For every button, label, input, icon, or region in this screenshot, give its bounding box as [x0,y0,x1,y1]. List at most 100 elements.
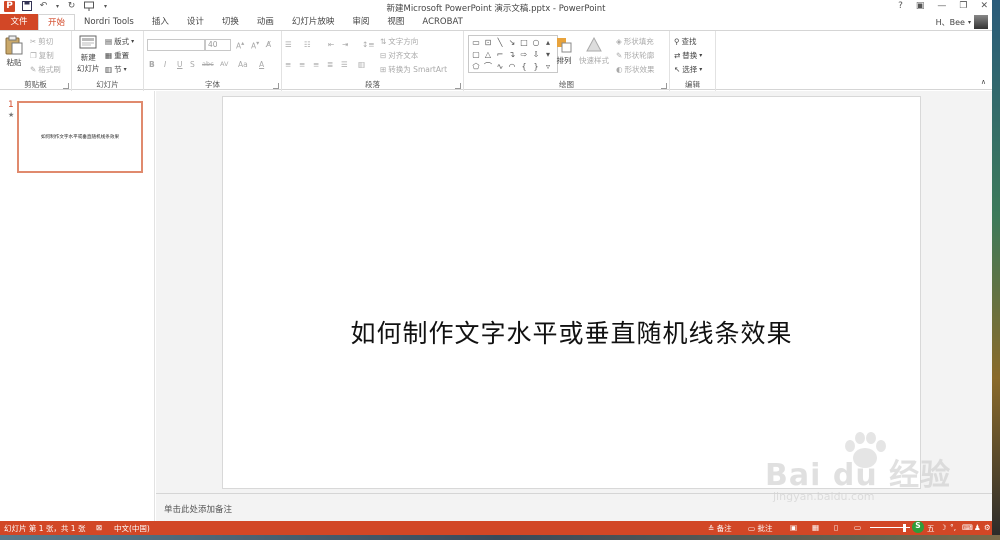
text-direction-button[interactable]: ⇅ 文字方向 [380,36,418,47]
shape-outline-button[interactable]: ✎ 形状轮廓 [616,50,654,61]
new-slide-button[interactable]: 新建 幻灯片 [77,35,100,73]
collapse-ribbon-icon[interactable]: ∧ [981,78,986,86]
line-spacing-button[interactable]: ↕≡ [362,40,375,49]
layout-button[interactable]: ▤ 版式 ▾ [105,36,134,47]
oval-shape-icon[interactable]: ○ [530,37,542,49]
tab-insert[interactable]: 插入 [143,14,178,30]
slide-count-status[interactable]: 幻灯片 第 1 张，共 1 张 [4,523,85,534]
numbering-button[interactable]: ☷ [304,40,311,49]
shapes-gallery[interactable]: ▭ ⊡ ╲ ↘ □ ○ ▴ ▢ △ ⌐ ↴ ⇨ ⇩ ▾ ⬠ ⌒ ∿ ◠ { } [468,35,558,73]
shape-fill-button[interactable]: ◈ 形状填充 [616,36,654,47]
convert-smartart-button[interactable]: ⊞ 转换为 SmartArt [380,64,447,75]
restore-icon[interactable]: ❐ [959,1,967,11]
clipboard-launcher-icon[interactable] [63,83,69,89]
justify-button[interactable]: ≣ [327,60,333,69]
textbox-shape-icon[interactable]: ▭ [470,37,482,49]
tab-file[interactable]: 文件 [0,14,38,30]
shrink-font-button[interactable]: A▾ [251,40,259,51]
font-launcher-icon[interactable] [273,83,279,89]
ime-mode-status[interactable]: 五 [927,523,935,534]
reset-button[interactable]: ▦ 重置 [105,50,129,61]
ime-keyboard-icon[interactable]: ⌨ [962,523,973,532]
underline-button[interactable]: U [177,60,183,69]
tab-home[interactable]: 开始 [38,14,76,30]
tab-transitions[interactable]: 切换 [213,14,248,30]
minimize-icon[interactable]: — [937,1,946,11]
notes-toggle-button[interactable]: ≙ 备注 [708,523,732,534]
rounded-rect-shape-icon[interactable]: ▢ [470,49,482,61]
ime-settings-icon[interactable]: ⚙ [984,523,991,532]
find-button[interactable]: ⚲ 查找 [674,36,697,47]
font-color-button[interactable]: A [259,60,264,69]
arrange-button[interactable]: 排列 [556,37,572,66]
increase-indent-button[interactable]: ⇥ [342,40,348,49]
normal-view-icon[interactable]: ▣ [790,523,797,532]
font-name-combo[interactable] [147,39,205,51]
tab-review[interactable]: 审阅 [343,14,378,30]
columns-button[interactable]: ▥ [358,60,365,69]
shadow-button[interactable]: S [190,60,195,69]
bold-button[interactable]: B [149,60,155,69]
ime-moon-icon[interactable]: ☽ [940,523,947,532]
gallery-more-icon[interactable]: ▿ [542,61,554,73]
tab-animations[interactable]: 动画 [248,14,283,30]
right-arrow-shape-icon[interactable]: ⇨ [518,49,530,61]
triangle-shape-icon[interactable]: △ [482,49,494,61]
gallery-up-icon[interactable]: ▴ [542,37,554,49]
ime-punct-icon[interactable]: °, [950,523,956,532]
align-right-button[interactable]: ≡ [313,60,319,69]
select-button[interactable]: ↖ 选择 ▾ [674,64,702,75]
reading-view-icon[interactable]: ▯ [834,523,838,532]
bullets-button[interactable]: ☰ [285,40,292,49]
distributed-button[interactable]: ☰ [341,60,348,69]
rectangle-shape-icon[interactable]: □ [518,37,530,49]
sogou-ime-icon[interactable]: S [912,521,924,533]
comments-toggle-button[interactable]: ▭ 批注 [748,523,772,534]
curve-shape-icon[interactable]: ∿ [494,61,506,73]
elbow-connector-shape-icon[interactable]: ⌐ [494,49,506,61]
freeform-shape-icon[interactable]: ⌒ [482,61,494,73]
drawing-launcher-icon[interactable] [661,83,667,89]
clear-format-button[interactable]: A̸ [266,40,271,49]
tab-view[interactable]: 视图 [378,14,413,30]
copy-button[interactable]: ❐ 复制 [30,50,54,61]
user-account[interactable]: H、Bee ▾ [936,15,988,29]
grow-font-button[interactable]: A▴ [236,40,244,51]
format-painter-button[interactable]: ✎ 格式刷 [30,64,61,75]
align-left-button[interactable]: ≡ [285,60,291,69]
slide-thumbnail[interactable]: 如何制作文字水平或垂直随机线条效果 [17,101,143,173]
align-text-button[interactable]: ⊟ 对齐文本 [380,50,418,61]
decrease-indent-button[interactable]: ⇤ [328,40,334,49]
tab-design[interactable]: 设计 [178,14,213,30]
change-case-button[interactable]: Aa [238,60,248,69]
help-icon[interactable]: ? [898,1,903,11]
language-status[interactable]: 中文(中国) [114,523,150,534]
spellcheck-icon[interactable]: ⊠ [96,523,102,532]
font-size-combo[interactable]: 40 [205,39,231,51]
left-brace-shape-icon[interactable]: { [518,61,530,73]
paragraph-launcher-icon[interactable] [455,83,461,89]
line-shape-icon[interactable]: ╲ [494,37,506,49]
arc-shape-icon[interactable]: ◠ [506,61,518,73]
close-icon[interactable]: ✕ [980,1,988,11]
tab-slide-show[interactable]: 幻灯片放映 [283,14,344,30]
italic-button[interactable]: I [164,60,166,69]
strikethrough-button[interactable]: abc [202,60,214,68]
slideshow-view-icon[interactable]: ▭ [854,523,861,532]
align-center-button[interactable]: ≡ [299,60,305,69]
tab-acrobat[interactable]: ACROBAT [413,14,471,30]
textbox-vertical-shape-icon[interactable]: ⊡ [482,37,494,49]
slide-sorter-view-icon[interactable]: ▦ [812,523,819,532]
character-spacing-button[interactable]: AV [220,60,228,68]
right-brace-shape-icon[interactable]: } [530,61,542,73]
tab-nordri-tools[interactable]: Nordri Tools [75,14,143,30]
elbow-arrow-shape-icon[interactable]: ↴ [506,49,518,61]
gallery-down-icon[interactable]: ▾ [542,49,554,61]
ime-user-icon[interactable]: ♟ [974,523,981,532]
arrow-line-shape-icon[interactable]: ↘ [506,37,518,49]
down-arrow-shape-icon[interactable]: ⇩ [530,49,542,61]
replace-button[interactable]: ⇄ 替换 ▾ [674,50,702,61]
slide-title-text[interactable]: 如何制作文字水平或垂直随机线条效果 [223,314,920,350]
paste-button[interactable]: 粘贴 [5,35,23,68]
ribbon-display-icon[interactable]: ▣ [916,1,925,11]
